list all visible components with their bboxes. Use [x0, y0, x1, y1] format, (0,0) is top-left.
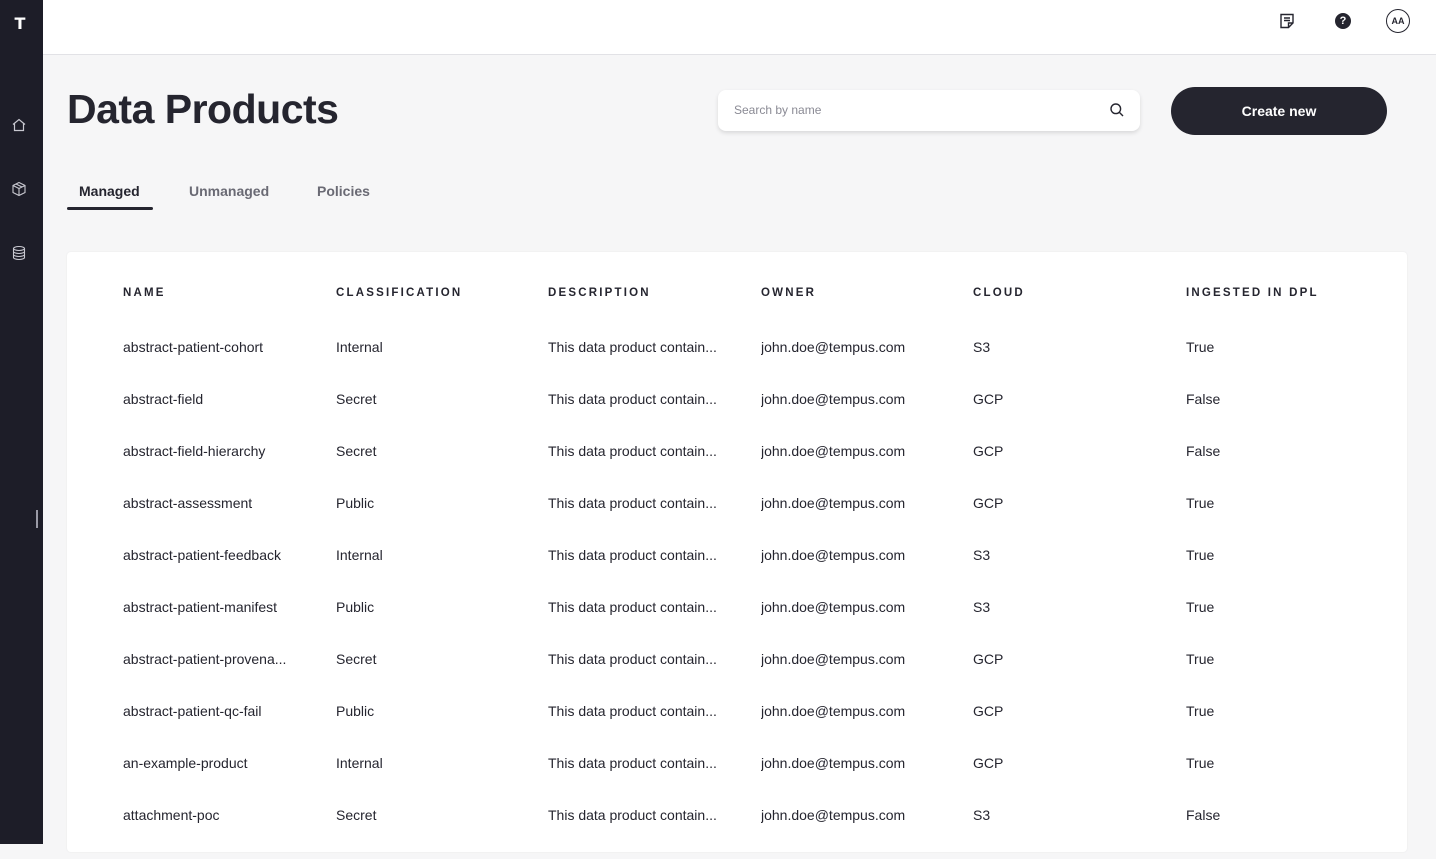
cell-classification: Public [336, 495, 375, 511]
cell-ingested: False [1186, 807, 1221, 823]
cell-description: This data product contain... [548, 703, 717, 719]
column-header-name[interactable]: NAME [123, 287, 166, 299]
column-header-classification[interactable]: CLASSIFICATION [336, 287, 462, 299]
cell-name: abstract-patient-manifest [123, 599, 278, 615]
avatar[interactable]: AA [1386, 9, 1410, 33]
cell-name: abstract-patient-cohort [123, 339, 264, 355]
cell-name: abstract-assessment [123, 495, 253, 511]
table-row[interactable]: an-example-product Internal This data prod… [67, 755, 1407, 807]
cell-ingested: True [1186, 651, 1215, 667]
search-box [718, 90, 1140, 131]
table-row[interactable]: abstract-patient-cohort Internal This data… [67, 339, 1407, 391]
cell-cloud: GCP [973, 703, 1004, 719]
cell-cloud: S3 [973, 807, 991, 823]
cell-cloud: GCP [973, 651, 1004, 667]
cell-owner: john.doe@tempus.com [761, 547, 906, 563]
column-header-owner[interactable]: OWNER [761, 287, 816, 299]
cell-cloud: GCP [973, 755, 1004, 771]
cell-description: This data product contain... [548, 495, 717, 511]
notes-icon[interactable] [1275, 9, 1299, 33]
help-icon[interactable]: ? [1331, 9, 1355, 33]
sidebar-resize-handle[interactable] [36, 510, 38, 528]
cell-description: This data product contain... [548, 651, 717, 667]
tab-policies[interactable]: Policies [317, 183, 370, 199]
cube-icon[interactable] [9, 179, 29, 199]
table-row[interactable]: abstract-patient-qc-fail Public This data … [67, 703, 1407, 755]
cell-name: abstract-patient-provena... [123, 651, 287, 667]
cell-description: This data product contain... [548, 807, 717, 823]
cell-ingested: True [1186, 495, 1215, 511]
cell-classification: Internal [336, 547, 383, 563]
cell-name: abstract-field-hierarchy [123, 443, 266, 459]
cell-ingested: True [1186, 547, 1215, 563]
create-new-button[interactable]: Create new [1171, 87, 1387, 135]
cell-ingested: True [1186, 339, 1215, 355]
table-row[interactable]: abstract-assessment Public This data produ… [67, 495, 1407, 547]
cell-cloud: GCP [973, 391, 1004, 407]
cell-classification: Internal [336, 339, 383, 355]
cell-description: This data product contain... [548, 339, 717, 355]
help-glyph: ? [1335, 13, 1351, 29]
cell-cloud: S3 [973, 547, 991, 563]
cell-name: attachment-poc [123, 807, 220, 823]
cell-owner: john.doe@tempus.com [761, 391, 906, 407]
cell-owner: john.doe@tempus.com [761, 495, 906, 511]
column-header-ingested[interactable]: INGESTED IN DPL [1186, 287, 1319, 299]
table-row[interactable]: abstract-field Secret This data product co… [67, 391, 1407, 443]
cell-description: This data product contain... [548, 599, 717, 615]
page-title: Data Products [67, 86, 339, 132]
cell-name: abstract-patient-feedback [123, 547, 281, 563]
data-products-table: NAME CLASSIFICATION DESCRIPTION OWNER CL… [67, 252, 1407, 852]
cell-owner: john.doe@tempus.com [761, 651, 906, 667]
cell-classification: Secret [336, 651, 377, 667]
cell-classification: Internal [336, 755, 383, 771]
active-tab-indicator [67, 207, 153, 210]
column-header-description[interactable]: DESCRIPTION [548, 287, 651, 299]
cell-ingested: True [1186, 599, 1215, 615]
cell-cloud: S3 [973, 599, 991, 615]
cell-owner: john.doe@tempus.com [761, 755, 906, 771]
tab-managed[interactable]: Managed [79, 183, 140, 199]
cell-description: This data product contain... [548, 755, 717, 771]
table-row[interactable]: abstract-patient-feedback Internal This da… [67, 547, 1407, 599]
cell-owner: john.doe@tempus.com [761, 443, 906, 459]
sidebar: T [0, 0, 43, 844]
cell-classification: Public [336, 599, 375, 615]
cell-name: abstract-field [123, 391, 204, 407]
table-row[interactable]: attachment-poc Secret This data product co… [67, 807, 1407, 859]
cell-owner: john.doe@tempus.com [761, 807, 906, 823]
cell-cloud: S3 [973, 339, 991, 355]
cell-name: an-example-product [123, 755, 248, 771]
cell-owner: john.doe@tempus.com [761, 703, 906, 719]
cell-classification: Public [336, 703, 375, 719]
cell-classification: Secret [336, 443, 377, 459]
cell-owner: john.doe@tempus.com [761, 599, 906, 615]
cell-ingested: False [1186, 391, 1221, 407]
cell-cloud: GCP [973, 495, 1004, 511]
search-input[interactable] [734, 100, 1094, 120]
cell-owner: john.doe@tempus.com [761, 339, 906, 355]
table-row[interactable]: abstract-field-hierarchy Secret This data … [67, 443, 1407, 495]
cell-cloud: GCP [973, 443, 1004, 459]
cell-description: This data product contain... [548, 443, 717, 459]
table-row[interactable]: abstract-patient-provena... Secret This da… [67, 651, 1407, 703]
tab-unmanaged[interactable]: Unmanaged [189, 183, 269, 199]
app-logo[interactable]: T [10, 14, 30, 34]
cell-ingested: True [1186, 703, 1215, 719]
cell-description: This data product contain... [548, 547, 717, 563]
column-header-cloud[interactable]: CLOUD [973, 287, 1025, 299]
database-icon[interactable] [9, 243, 29, 263]
cell-ingested: True [1186, 755, 1215, 771]
cell-description: This data product contain... [548, 391, 717, 407]
avatar-initials: AA [1386, 9, 1410, 33]
top-bar: ? AA [43, 0, 1436, 55]
cell-classification: Secret [336, 391, 377, 407]
table-row[interactable]: abstract-patient-manifest Public This data… [67, 599, 1407, 651]
cell-ingested: False [1186, 443, 1221, 459]
home-icon[interactable] [9, 115, 29, 135]
cell-classification: Secret [336, 807, 377, 823]
search-icon[interactable] [1109, 102, 1125, 118]
cell-name: abstract-patient-qc-fail [123, 703, 262, 719]
